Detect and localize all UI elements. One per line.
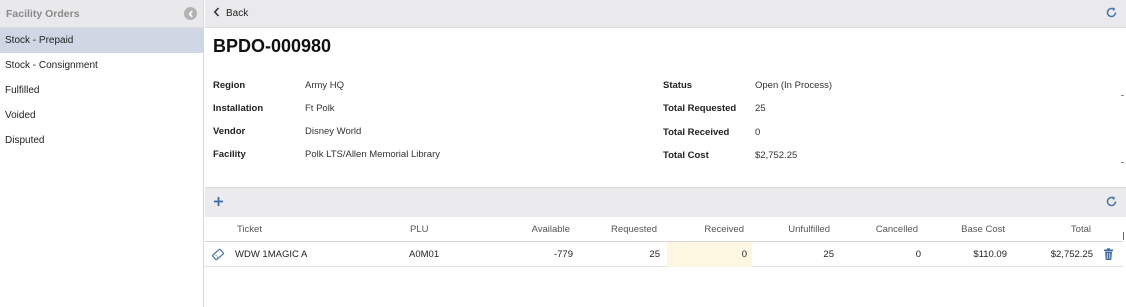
column-header-received[interactable]: Received xyxy=(675,224,744,235)
cell-base-cost: $110.09 xyxy=(973,249,1007,260)
detail-vendor: Vendor Disney World xyxy=(213,124,361,138)
cell-ticket: WDW 1MAGIC A xyxy=(235,249,308,260)
detail-value: 25 xyxy=(755,102,766,114)
sidebar-item-label: Voided xyxy=(5,110,36,121)
detail-label: Total Received xyxy=(663,126,730,138)
detail-label: Total Requested xyxy=(663,102,737,114)
detail-label: Status xyxy=(663,79,693,91)
scroll-marker xyxy=(1121,95,1124,96)
back-label: Back xyxy=(226,8,249,19)
detail-value: Ft Polk xyxy=(305,102,335,114)
chevron-left-icon xyxy=(213,7,220,20)
scroll-marker xyxy=(1121,162,1124,163)
column-header-cancelled[interactable]: Cancelled xyxy=(845,224,918,235)
detail-facility: Facility Polk LTS/Allen Memorial Library xyxy=(213,147,440,161)
trash-icon[interactable] xyxy=(1103,248,1114,264)
sidebar-item-stock-prepaid[interactable]: Stock - Prepaid xyxy=(0,28,203,53)
sidebar: Facility Orders Stock - Prepaid Stock - … xyxy=(0,0,204,307)
table-header: Ticket PLU Available Requested Received … xyxy=(205,217,1123,242)
column-header-requested[interactable]: Requested xyxy=(585,224,657,235)
detail-value: Disney World xyxy=(305,125,362,137)
detail-value: 0 xyxy=(755,126,761,138)
detail-total-cost: Total Cost $2,752.25 xyxy=(663,148,797,162)
detail-value: Open (In Process) xyxy=(755,79,833,91)
column-header-unfulfilled[interactable]: Unfulfilled xyxy=(760,224,830,235)
detail-value: Army HQ xyxy=(305,79,345,91)
main-panel: Back BPDO-000980 Region Army HQ Installa… xyxy=(205,0,1126,307)
sidebar-item-label: Stock - Prepaid xyxy=(5,35,74,46)
cell-requested: 25 xyxy=(649,249,660,260)
sidebar-item-disputed[interactable]: Disputed xyxy=(0,128,203,153)
sidebar-item-stock-consignment[interactable]: Stock - Consignment xyxy=(0,53,203,78)
topbar: Back xyxy=(205,0,1126,28)
sidebar-header: Facility Orders xyxy=(0,0,203,28)
cell-available: -779 xyxy=(553,249,573,260)
column-header-total[interactable]: Total xyxy=(1025,224,1091,235)
cell-cancelled: 0 xyxy=(915,249,921,260)
column-header-base-cost[interactable]: Base Cost xyxy=(935,224,1005,235)
sidebar-item-label: Fulfilled xyxy=(5,85,40,96)
detail-label: Vendor xyxy=(213,125,246,137)
detail-installation: Installation Ft Polk xyxy=(213,101,335,115)
cell-received[interactable]: 0 xyxy=(675,249,747,260)
detail-region: Region Army HQ xyxy=(213,78,344,92)
detail-label: Facility xyxy=(213,148,246,160)
cell-plu: A0M01 xyxy=(409,249,440,260)
column-header-ticket[interactable]: Ticket xyxy=(237,224,262,235)
back-button[interactable]: Back xyxy=(213,7,248,20)
cell-total: $2,752.25 xyxy=(1050,249,1093,260)
collapse-sidebar-icon[interactable] xyxy=(184,7,197,20)
detail-total-requested: Total Requested 25 xyxy=(663,101,766,115)
refresh-icon[interactable] xyxy=(1105,6,1118,22)
table-row[interactable]: WDW 1MAGIC A A0M01 -779 25 0 25 0 $110.0… xyxy=(205,242,1123,267)
cell-unfulfilled: 25 xyxy=(823,249,834,260)
detail-label: Installation xyxy=(213,102,264,114)
sidebar-item-fulfilled[interactable]: Fulfilled xyxy=(0,78,203,103)
detail-label: Region xyxy=(213,79,246,91)
page-title: BPDO-000980 xyxy=(213,36,332,56)
detail-label: Total Cost xyxy=(663,149,709,161)
column-header-plu[interactable]: PLU xyxy=(410,224,428,235)
column-header-available[interactable]: Available xyxy=(505,224,570,235)
sidebar-title: Facility Orders xyxy=(6,7,80,20)
sidebar-item-voided[interactable]: Voided xyxy=(0,103,203,128)
detail-value: $2,752.25 xyxy=(755,149,798,161)
detail-status: Status Open (In Process) xyxy=(663,78,832,92)
ticket-icon xyxy=(211,248,225,264)
plus-icon[interactable] xyxy=(213,195,224,211)
sidebar-item-label: Stock - Consignment xyxy=(5,60,98,71)
grid-toolbar xyxy=(205,187,1126,217)
grid-refresh-icon[interactable] xyxy=(1105,195,1118,211)
sidebar-item-label: Disputed xyxy=(5,135,45,146)
detail-total-received: Total Received 0 xyxy=(663,125,760,139)
detail-value: Polk LTS/Allen Memorial Library xyxy=(305,148,440,160)
